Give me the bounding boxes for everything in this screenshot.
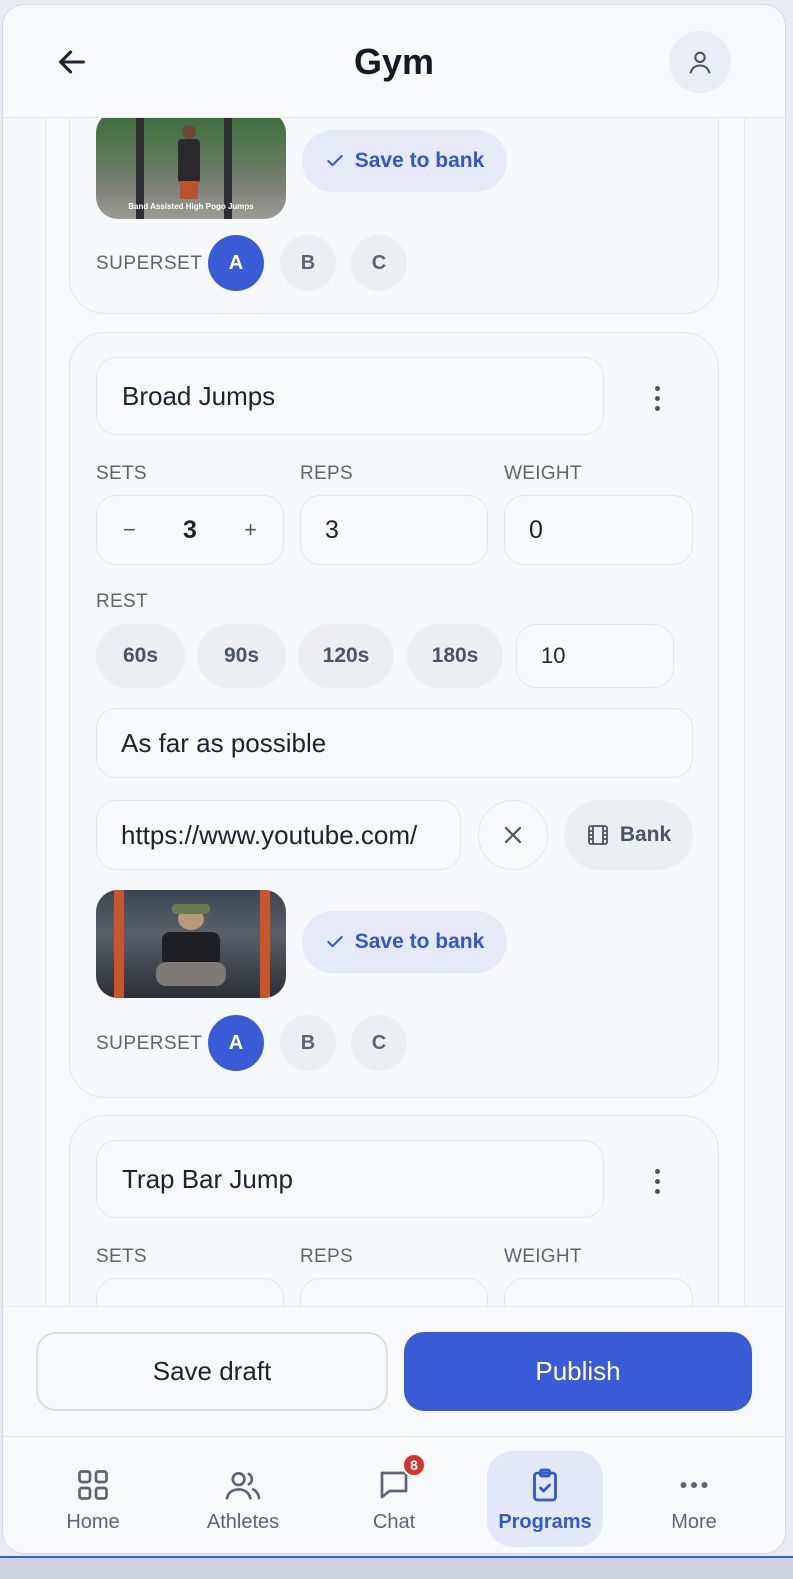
decrement-button[interactable]: − bbox=[123, 517, 136, 543]
sets-label: SETS bbox=[96, 463, 147, 484]
save-draft-button[interactable]: Save draft bbox=[36, 1332, 388, 1411]
app-header: Gym bbox=[3, 5, 785, 118]
video-url-value: https://www.youtube.com/ bbox=[121, 819, 418, 850]
bank-label: Bank bbox=[619, 823, 672, 846]
rest-label: REST bbox=[96, 591, 148, 612]
reps-label: REPS bbox=[300, 1246, 353, 1267]
tab-label: Programs bbox=[498, 1511, 592, 1533]
sets-label: SETS bbox=[96, 1246, 147, 1267]
exercise-name-input[interactable]: Broad Jumps bbox=[96, 357, 604, 435]
exercise-name-input[interactable]: Trap Bar Jump bbox=[96, 1140, 604, 1218]
sets-stepper[interactable] bbox=[96, 1278, 284, 1306]
profile-button[interactable] bbox=[669, 31, 731, 93]
clear-url-button[interactable] bbox=[478, 800, 548, 870]
increment-button[interactable]: + bbox=[244, 517, 257, 543]
weight-input[interactable] bbox=[504, 1278, 693, 1306]
chat-badge: 8 bbox=[402, 1453, 426, 1477]
bank-button[interactable]: Bank bbox=[564, 800, 693, 870]
rest-option-120s[interactable]: 120s bbox=[298, 624, 394, 688]
film-icon bbox=[587, 825, 608, 845]
sets-value: 3 bbox=[183, 515, 197, 544]
video-thumbnail[interactable] bbox=[96, 890, 286, 998]
weight-label: WEIGHT bbox=[504, 1246, 582, 1267]
check-icon bbox=[327, 936, 343, 948]
superset-option-b[interactable]: B bbox=[280, 1015, 336, 1071]
window-bottom-strip bbox=[0, 1556, 793, 1579]
tab-label: More bbox=[671, 1511, 717, 1533]
bottom-tab-bar: Home Athletes 8 Chat Programs More bbox=[3, 1436, 785, 1553]
superset-label: SUPERSET bbox=[96, 253, 203, 274]
action-bar: Save draft Publish bbox=[3, 1306, 785, 1436]
tab-home[interactable]: Home bbox=[35, 1451, 151, 1547]
weight-input[interactable]: 0 bbox=[504, 495, 693, 565]
tab-more[interactable]: More bbox=[636, 1451, 752, 1547]
user-icon bbox=[689, 51, 711, 74]
tab-chat[interactable]: 8 Chat bbox=[336, 1451, 452, 1547]
superset-option-b[interactable]: B bbox=[280, 235, 336, 291]
rest-option-90s[interactable]: 90s bbox=[197, 624, 286, 688]
tab-label: Athletes bbox=[206, 1511, 280, 1533]
rest-custom-input[interactable]: 10 bbox=[516, 624, 674, 688]
users-icon bbox=[223, 1465, 263, 1505]
tab-programs[interactable]: Programs bbox=[487, 1451, 603, 1547]
exercise-menu-button[interactable] bbox=[642, 1161, 672, 1201]
superset-option-c[interactable]: C bbox=[351, 1015, 407, 1071]
exercise-card: Trap Bar Jump SETS REPS WEIGHT bbox=[69, 1115, 719, 1306]
save-to-bank-label: Save to bank bbox=[354, 930, 485, 953]
app-window: Gym Band Assisted High Pogo Jumps Save t… bbox=[2, 4, 786, 1554]
exercise-menu-button[interactable] bbox=[642, 378, 672, 418]
close-icon bbox=[504, 826, 522, 844]
superset-option-a[interactable]: A bbox=[208, 235, 264, 291]
exercise-card: Broad Jumps SETS REPS WEIGHT − 3 + 3 0 R… bbox=[69, 332, 719, 1098]
notes-input[interactable]: As far as possible bbox=[96, 708, 693, 778]
reps-input[interactable]: 3 bbox=[300, 495, 488, 565]
reps-label: REPS bbox=[300, 463, 353, 484]
video-url-input[interactable]: https://www.youtube.com/ bbox=[96, 800, 461, 870]
chat-icon: 8 bbox=[374, 1453, 426, 1505]
superset-label: SUPERSET bbox=[96, 1033, 203, 1054]
save-to-bank-button[interactable]: Save to bank bbox=[302, 911, 507, 973]
clipboard-check-icon bbox=[525, 1465, 565, 1505]
video-thumbnail[interactable]: Band Assisted High Pogo Jumps bbox=[96, 118, 286, 219]
publish-button[interactable]: Publish bbox=[404, 1332, 752, 1411]
rest-option-60s[interactable]: 60s bbox=[96, 624, 185, 688]
exercise-list[interactable]: Band Assisted High Pogo Jumps Save to ba… bbox=[3, 118, 785, 1306]
tab-athletes[interactable]: Athletes bbox=[185, 1451, 301, 1547]
check-icon bbox=[327, 155, 343, 167]
exercise-card: Band Assisted High Pogo Jumps Save to ba… bbox=[69, 118, 719, 314]
weight-label: WEIGHT bbox=[504, 463, 582, 484]
tab-label: Home bbox=[66, 1511, 120, 1533]
more-dots-icon bbox=[674, 1465, 714, 1505]
superset-option-a[interactable]: A bbox=[208, 1015, 264, 1071]
rest-option-180s[interactable]: 180s bbox=[407, 624, 503, 688]
grid-icon bbox=[73, 1465, 113, 1505]
thumbnail-caption: Band Assisted High Pogo Jumps bbox=[128, 202, 254, 211]
save-to-bank-label: Save to bank bbox=[354, 149, 485, 172]
tab-label: Chat bbox=[372, 1511, 416, 1533]
superset-option-c[interactable]: C bbox=[351, 235, 407, 291]
save-to-bank-button[interactable]: Save to bank bbox=[302, 130, 507, 192]
sets-stepper: − 3 + bbox=[96, 495, 284, 565]
page-title: Gym bbox=[353, 41, 435, 82]
reps-input[interactable] bbox=[300, 1278, 488, 1306]
